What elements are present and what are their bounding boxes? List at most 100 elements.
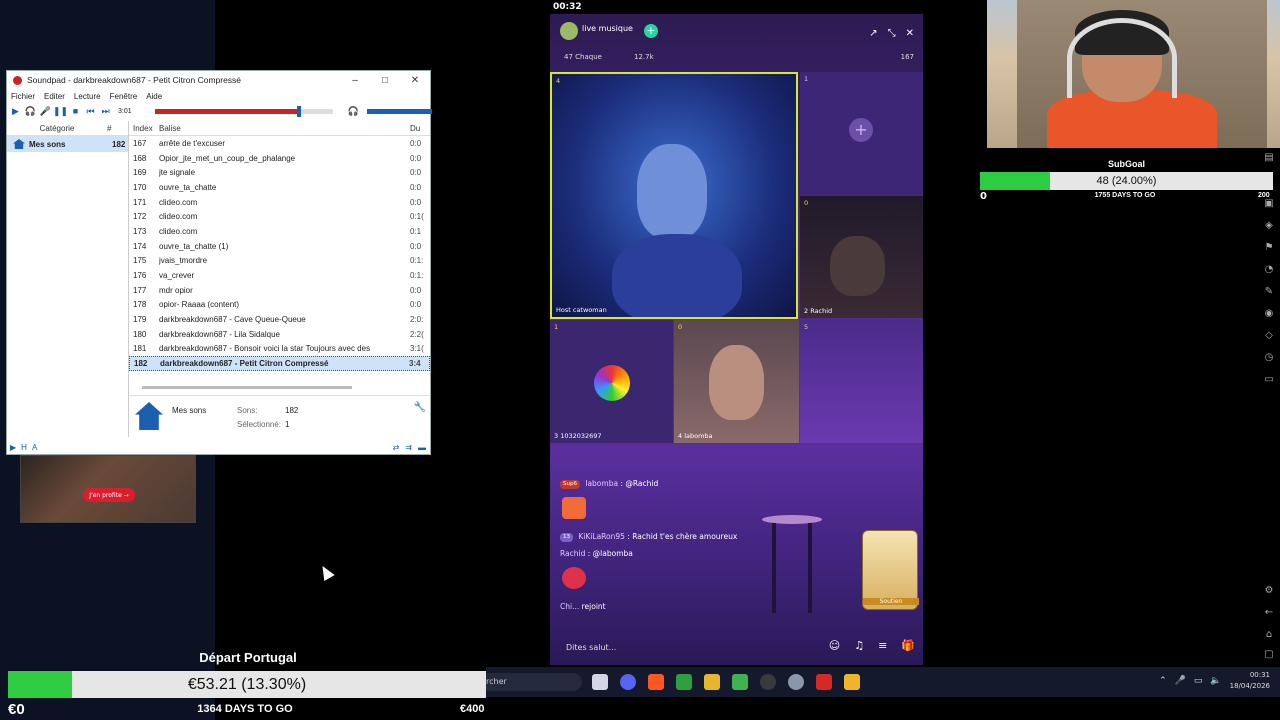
volume-headphones-icon[interactable]: 🎧: [347, 105, 360, 117]
app-icon[interactable]: [704, 674, 720, 690]
table-row[interactable]: 170 ouvre_ta_chatte 0:0: [129, 180, 430, 195]
host-video-tile[interactable]: 4 Host catwoman: [550, 72, 798, 319]
settings-gear-icon[interactable]: ⚙: [1263, 585, 1275, 597]
guest-tile-avatar[interactable]: 1 3 1032032697: [550, 320, 673, 443]
row-duration: 0:1:: [410, 271, 424, 281]
table-row[interactable]: 179 darkbreakdown687 - Cave Queue-Queue 2:…: [129, 312, 430, 327]
settings-icon[interactable]: [788, 674, 804, 690]
rail-icon-8[interactable]: ◇: [1263, 330, 1275, 342]
microphone-tray-icon[interactable]: 🎤: [1175, 676, 1186, 686]
rail-icon-3[interactable]: ◈: [1263, 220, 1275, 232]
menu-lecture[interactable]: Lecture: [74, 92, 101, 101]
title-bar[interactable]: Soundpad - darkbreakdown687 - Petit Citr…: [7, 71, 430, 89]
status-bar: ▶ H A ⇄ ⇉ ▬: [7, 440, 430, 454]
square-icon[interactable]: ▢: [1263, 649, 1275, 661]
gift-card[interactable]: Soutien: [862, 530, 919, 610]
stop-icon[interactable]: ■: [69, 105, 82, 117]
back-arrow-icon[interactable]: ←: [1263, 607, 1275, 619]
guest-video-tile-labomba[interactable]: 0 4 labomba: [674, 320, 799, 443]
row-name: clideo.com: [159, 197, 198, 207]
table-row[interactable]: 182 darkbreakdown687 - Petit Citron Compr…: [129, 356, 430, 371]
wrench-icon[interactable]: 🔧: [414, 402, 426, 413]
close-icon[interactable]: ✕: [906, 28, 914, 39]
rail-icon-5[interactable]: ◔: [1263, 264, 1275, 276]
hotkey-icon[interactable]: H: [21, 443, 27, 452]
seek-bar[interactable]: [155, 106, 333, 117]
youtube-icon[interactable]: [816, 674, 832, 690]
forward-icon[interactable]: ⇉: [405, 443, 412, 452]
chat-input[interactable]: Dites salut...: [558, 640, 748, 656]
empty-seat-tile[interactable]: 1 +: [800, 72, 923, 194]
home-rail-icon[interactable]: ⌂: [1263, 629, 1275, 641]
volume-icon[interactable]: 🔈: [1210, 676, 1221, 686]
table-row[interactable]: 180 darkbreakdown687 - Lila Sidalque 2:2(: [129, 327, 430, 342]
chat-icon[interactable]: ▬: [418, 443, 426, 452]
text-icon[interactable]: A: [32, 443, 37, 452]
menu-fenetre[interactable]: Fenêtre: [110, 92, 138, 101]
spreadsheet-icon[interactable]: [676, 674, 692, 690]
discord-icon[interactable]: [620, 674, 636, 690]
table-row[interactable]: 178 opior- Raaaa (content) 0:0: [129, 298, 430, 313]
seek-thumb[interactable]: [297, 106, 302, 117]
guest-video-tile-rachid[interactable]: 0 2 Rachid: [800, 196, 923, 318]
menu-editer[interactable]: Editer: [44, 92, 65, 101]
emoji-icon[interactable]: ☺: [829, 639, 840, 652]
volume-slider[interactable]: [367, 109, 432, 114]
microphone-icon[interactable]: 🎤: [39, 105, 52, 117]
table-row[interactable]: 173 clideo.com 0:1: [129, 224, 430, 239]
brave-icon[interactable]: [648, 674, 664, 690]
table-row[interactable]: 172 clideo.com 0:1(: [129, 209, 430, 224]
pause-icon[interactable]: ❚❚: [53, 105, 68, 117]
table-row[interactable]: 175 jvais_tmordre 0:1:: [129, 254, 430, 269]
menu-icon[interactable]: ≡: [878, 639, 887, 652]
rail-icon-4[interactable]: ⚑: [1263, 242, 1275, 254]
horizontal-scrollbar[interactable]: [142, 386, 352, 389]
table-row[interactable]: 181 darkbreakdown687 - Bonsoir voici la s…: [129, 342, 430, 357]
rail-icon-7[interactable]: ◉: [1263, 308, 1275, 320]
task-view-icon[interactable]: [592, 674, 608, 690]
audio-icon[interactable]: ♫: [854, 639, 864, 652]
close-button[interactable]: ✕: [400, 75, 430, 86]
table-row[interactable]: 174 ouvre_ta_chatte (1) 0:0: [129, 239, 430, 254]
minimize-stream-icon[interactable]: ⤡: [888, 28, 896, 39]
gift-icon[interactable]: 🎁: [901, 639, 915, 652]
minimize-button[interactable]: –: [340, 75, 370, 86]
rail-icon-6[interactable]: ✎: [1263, 286, 1275, 298]
menu-fichier[interactable]: Fichier: [11, 92, 35, 101]
maximize-button[interactable]: □: [370, 75, 400, 86]
taskbar-search[interactable]: rcher: [486, 673, 582, 691]
headphones-icon[interactable]: 🎧: [24, 105, 37, 117]
row-duration: 3:4: [409, 359, 421, 369]
menu-aide[interactable]: Aide: [146, 92, 162, 101]
room-avatar[interactable]: [560, 22, 578, 40]
play-icon[interactable]: ▶: [9, 105, 22, 117]
table-row[interactable]: 167 arrête de t'excuser 0:0: [129, 136, 430, 151]
share-icon[interactable]: ↗: [869, 28, 877, 39]
table-row[interactable]: 169 jte signale 0:0: [129, 165, 430, 180]
rail-icon-9[interactable]: ◷: [1263, 352, 1275, 364]
next-icon[interactable]: ⏭: [99, 105, 112, 117]
table-row[interactable]: 177 mdr opior 0:0: [129, 283, 430, 298]
offer-button[interactable]: J'en profite →: [83, 488, 135, 502]
stage-tile[interactable]: 5: [800, 320, 923, 443]
repeat-icon[interactable]: ⇄: [393, 443, 400, 452]
folder-icon[interactable]: [844, 674, 860, 690]
play-app-icon[interactable]: [732, 674, 748, 690]
rail-icon-1[interactable]: ▤: [1263, 152, 1275, 164]
rail-icon-10[interactable]: ▭: [1263, 374, 1275, 386]
table-row[interactable]: 171 clideo.com 0:0: [129, 195, 430, 210]
table-row[interactable]: 176 va_crever 0:1:: [129, 268, 430, 283]
display-icon[interactable]: ▭: [1194, 676, 1203, 686]
rail-icon-2[interactable]: ▣: [1263, 198, 1275, 210]
clock[interactable]: 00:31 18/04/2026: [1230, 670, 1270, 692]
join-seat-icon[interactable]: +: [849, 118, 873, 142]
category-mes-sons[interactable]: Mes sons 182: [7, 136, 128, 152]
obs-icon[interactable]: [760, 674, 776, 690]
table-row[interactable]: 168 Opior_jte_met_un_coup_de_phalange 0:0: [129, 151, 430, 166]
desktop: Soundpad - darkbreakdown687 - Petit Citr…: [0, 0, 1280, 720]
chevron-up-icon[interactable]: ⌃: [1159, 676, 1167, 686]
play-icon[interactable]: ▶: [10, 443, 16, 452]
previous-icon[interactable]: ⏮: [84, 105, 97, 117]
follow-button[interactable]: +: [644, 24, 658, 38]
ad-thumbnail[interactable]: J'en profite →: [20, 455, 196, 523]
